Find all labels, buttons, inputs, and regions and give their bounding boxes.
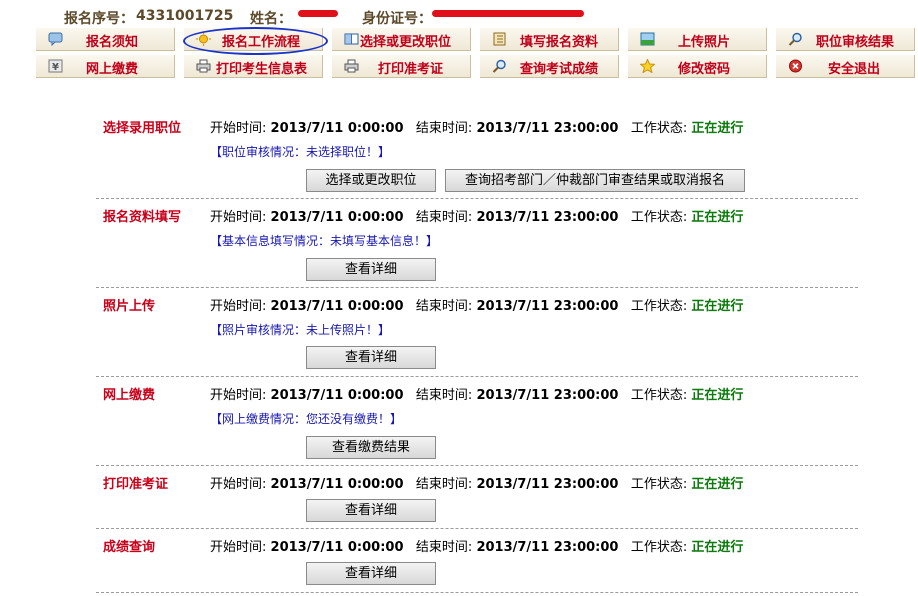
step-title-score-query: 成绩查询 [103,540,156,555]
magnifier-icon [788,32,803,46]
nav-registration-notice[interactable]: 报名须知 [36,28,175,51]
message-icon [48,32,63,47]
id-label: 身份证号： [362,11,432,27]
step-title-print-admission: 打印准考证 [103,477,169,492]
step-title-online-payment: 网上缴费 [103,388,156,403]
printer-icon [196,59,211,73]
nav-change-password[interactable]: 修改密码 [628,55,767,78]
step-note: 【网上缴费情况：您还没有缴费！】 [210,412,403,426]
step-times: 开始时间: 2013/7/11 0:00:00 结束时间: 2013/7/11 … [210,210,744,225]
nav-position-review[interactable]: 职位审核结果 [776,28,915,51]
row-divider [96,198,858,199]
exit-icon [788,59,803,73]
step-times: 开始时间: 2013/7/11 0:00:00 结束时间: 2013/7/11 … [210,299,744,314]
magnifier-icon [492,59,507,73]
nav-print-candidate-form[interactable]: 打印考生信息表 [184,55,323,78]
nav-logout[interactable]: 安全退出 [776,55,915,78]
row-divider [96,528,858,529]
yen-icon: ¥ [48,59,63,73]
view-details-button[interactable]: 查看详细 [306,562,436,585]
picture-icon [640,32,655,46]
row-divider [96,376,858,377]
nav-select-position[interactable]: 选择或更改职位 [332,28,471,51]
step-title-select-position: 选择录用职位 [103,121,182,136]
step-times: 开始时间: 2013/7/11 0:00:00 结束时间: 2013/7/11 … [210,121,744,136]
step-title-photo-upload: 照片上传 [103,299,156,314]
step-times: 开始时间: 2013/7/11 0:00:00 结束时间: 2013/7/11 … [210,388,744,403]
query-review-or-cancel-button[interactable]: 查询招考部门／仲裁部门审查结果或取消报名 [445,169,745,192]
view-details-button[interactable]: 查看详细 [306,346,436,369]
nav-fill-info[interactable]: 填写报名资料 [480,28,619,51]
row-divider [96,287,858,288]
nav-query-scores[interactable]: 查询考试成绩 [480,55,619,78]
step-note: 【职位审核情况：未选择职位！】 [210,145,391,159]
view-details-button[interactable]: 查看详细 [306,258,436,281]
step-note: 【基本信息填写情况：未填写基本信息！】 [210,234,439,248]
star-icon [639,58,656,74]
step-note: 【照片审核情况：未上传照片！】 [210,323,391,337]
step-times: 开始时间: 2013/7/11 0:00:00 结束时间: 2013/7/11 … [210,477,744,492]
svg-text:¥: ¥ [52,62,59,73]
nav-workflow[interactable]: 报名工作流程 [184,28,323,51]
book-icon [344,32,359,46]
printer-icon [344,59,359,73]
view-payment-result-button[interactable]: 查看缴费结果 [306,436,436,459]
notebook-icon [492,32,507,46]
name-label: 姓名： [250,11,292,27]
reg-no-label: 报名序号： [64,11,134,27]
sun-icon [196,32,211,46]
view-details-button[interactable]: 查看详细 [306,499,436,522]
nav-online-payment[interactable]: ¥ 网上缴费 [36,55,175,78]
nav-upload-photo[interactable]: 上传照片 [628,28,767,51]
row-divider [96,592,858,593]
nav-print-admission-ticket[interactable]: 打印准考证 [332,55,471,78]
step-title-fill-info: 报名资料填写 [103,210,182,225]
select-position-button[interactable]: 选择或更改职位 [306,169,436,192]
step-times: 开始时间: 2013/7/11 0:00:00 结束时间: 2013/7/11 … [210,540,744,555]
row-divider [96,465,858,466]
reg-no-value: 4331001725 [136,8,234,24]
